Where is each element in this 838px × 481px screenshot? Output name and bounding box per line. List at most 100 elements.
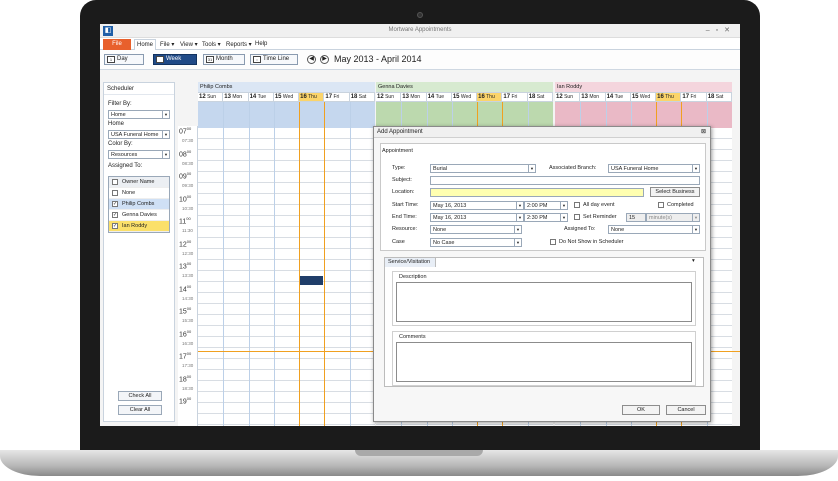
window-controls[interactable]: –▫✕ [706, 26, 736, 34]
owner-row[interactable]: ✓ Ian Roddy [109, 221, 169, 232]
description-textarea[interactable] [396, 282, 692, 322]
tab-service-visitation[interactable]: Service/Visitation [384, 257, 436, 267]
filter-by-select[interactable]: Home ▼ [108, 110, 170, 119]
case-select[interactable]: No Case ▼ [430, 238, 522, 247]
start-date-picker[interactable]: May 16, 2013 ▼ [430, 201, 524, 210]
chevron-down-icon: ▼ [560, 214, 567, 222]
timeline-view-button[interactable]: :: Time Line [250, 54, 298, 65]
time-grid[interactable] [198, 128, 375, 426]
day-header[interactable]: 12 Sun [376, 93, 402, 101]
comments-textarea[interactable] [396, 342, 692, 382]
end-date-picker[interactable]: May 16, 2013 ▼ [430, 213, 524, 222]
calendar-day-icon: 1 [107, 56, 115, 63]
reminder-amount-input[interactable]: 15 [626, 213, 646, 222]
month-view-button[interactable]: 31 Month [203, 54, 245, 65]
checkbox[interactable]: ✓ [112, 201, 118, 207]
menu-reports[interactable]: Reports ▾ [226, 41, 252, 48]
day-header[interactable]: 16 Thu [477, 93, 503, 101]
resource-select[interactable]: None ▼ [430, 225, 522, 234]
ok-button[interactable]: OK [622, 405, 660, 415]
day-name: Wed [639, 94, 651, 100]
day-name: Sun [564, 94, 573, 100]
cancel-button[interactable]: Cancel [666, 405, 706, 415]
menu-file[interactable]: File ▾ [160, 41, 174, 48]
associated-branch-select[interactable]: USA Funeral Home ▼ [608, 164, 700, 173]
no-show-checkbox[interactable] [550, 239, 556, 245]
menu-view[interactable]: View ▾ [180, 41, 198, 48]
day-header[interactable]: 18 Sat [707, 93, 732, 101]
completed-checkbox[interactable] [658, 202, 664, 208]
select-business-button[interactable]: Select Business [650, 187, 700, 197]
chevron-down-icon: ▼ [162, 131, 169, 139]
owner-row[interactable]: ✓ Genna Davies [109, 210, 169, 221]
type-select[interactable]: Burial ▼ [430, 164, 536, 173]
day-header[interactable]: 12 Sun [198, 93, 224, 101]
assigned-to-select[interactable]: None ▼ [608, 225, 700, 234]
home-select[interactable]: USA Funeral Home ▼ [108, 130, 170, 139]
day-divider [223, 102, 225, 426]
all-day-area[interactable] [376, 102, 553, 128]
day-name: Mon [589, 94, 600, 100]
checkbox[interactable] [112, 190, 118, 196]
end-time-label: End Time: [392, 214, 417, 220]
ribbon-menu: File Home File ▾ View ▾ Tools ▾ Reports … [100, 38, 740, 50]
end-time-picker[interactable]: 2:30 PM ▼ [524, 213, 568, 222]
day-header[interactable]: 16 Thu [656, 93, 682, 101]
hour-value: 12 [179, 240, 187, 248]
day-header[interactable]: 17 Fri [324, 93, 350, 101]
day-header[interactable]: 14 Tue [427, 93, 452, 101]
day-header[interactable]: 13 Mon [401, 93, 427, 101]
collapse-arrow-icon[interactable]: ▾ [692, 258, 695, 264]
all-day-checkbox[interactable] [574, 202, 580, 208]
chevron-down-icon: ▼ [528, 165, 535, 173]
all-day-area[interactable] [198, 102, 375, 128]
hour-label: 0900 [179, 171, 191, 180]
next-arrow-icon[interactable]: ▶ [320, 55, 329, 64]
subject-input[interactable] [430, 176, 700, 185]
clear-all-button[interactable]: Clear All [118, 405, 162, 415]
day-header[interactable]: 14 Tue [249, 93, 274, 101]
day-header[interactable]: 13 Mon [223, 93, 249, 101]
minutes-mark: 00 [186, 238, 192, 244]
owner-row[interactable]: ✓ Philip Combs [109, 199, 169, 210]
close-icon[interactable]: ⊠ [701, 127, 706, 138]
day-header[interactable]: 15 Wed [452, 93, 478, 101]
day-header[interactable]: 17 Fri [502, 93, 528, 101]
no-show-label: Do Not Show in Scheduler [559, 239, 624, 245]
start-time-picker[interactable]: 2:00 PM ▼ [524, 201, 568, 210]
day-header[interactable]: 18 Sat [528, 93, 553, 101]
day-header[interactable]: 15 Wed [274, 93, 300, 101]
day-number: 17 [325, 94, 333, 100]
location-input[interactable] [430, 188, 644, 197]
day-header[interactable]: 14 Tue [606, 93, 631, 101]
all-day-area[interactable] [555, 102, 732, 128]
week-view-button[interactable]: 7 Week [153, 54, 197, 65]
scheduler-sidebar: Scheduler Filter By: Home ▼ Home USA Fune… [103, 82, 175, 422]
checkbox[interactable]: ✓ [112, 212, 118, 218]
check-all-button[interactable]: Check All [118, 391, 162, 401]
appointment-event[interactable] [300, 276, 324, 285]
file-button[interactable]: File [103, 39, 131, 50]
set-reminder-checkbox[interactable] [574, 214, 580, 220]
chevron-down-icon: ▼ [692, 214, 699, 222]
day-header[interactable]: 15 Wed [631, 93, 657, 101]
day-view-button[interactable]: 1 Day [104, 54, 144, 65]
day-header[interactable]: 12 Sun [555, 93, 581, 101]
menu-tools[interactable]: Tools ▾ [202, 41, 221, 48]
checkbox[interactable] [112, 179, 118, 185]
chevron-down-icon: ▼ [516, 214, 523, 222]
tab-home[interactable]: Home [134, 39, 156, 50]
prev-arrow-icon[interactable]: ◀ [307, 55, 316, 64]
owner-column-title: Genna Davies [376, 82, 553, 92]
day-header[interactable]: 16 Thu [299, 93, 325, 101]
checkbox[interactable]: ✓ [112, 223, 118, 229]
day-header[interactable]: 17 Fri [681, 93, 707, 101]
hour-label: 1100 [179, 216, 191, 225]
reminder-unit-select[interactable]: minute(s) ▼ [646, 213, 700, 222]
owner-row[interactable]: None [109, 188, 169, 199]
menu-help[interactable]: Help [255, 41, 267, 47]
minutes-mark: 00 [186, 283, 192, 289]
color-by-select[interactable]: Resources ▼ [108, 150, 170, 159]
day-header[interactable]: 18 Sat [350, 93, 375, 101]
day-header[interactable]: 13 Mon [580, 93, 606, 101]
